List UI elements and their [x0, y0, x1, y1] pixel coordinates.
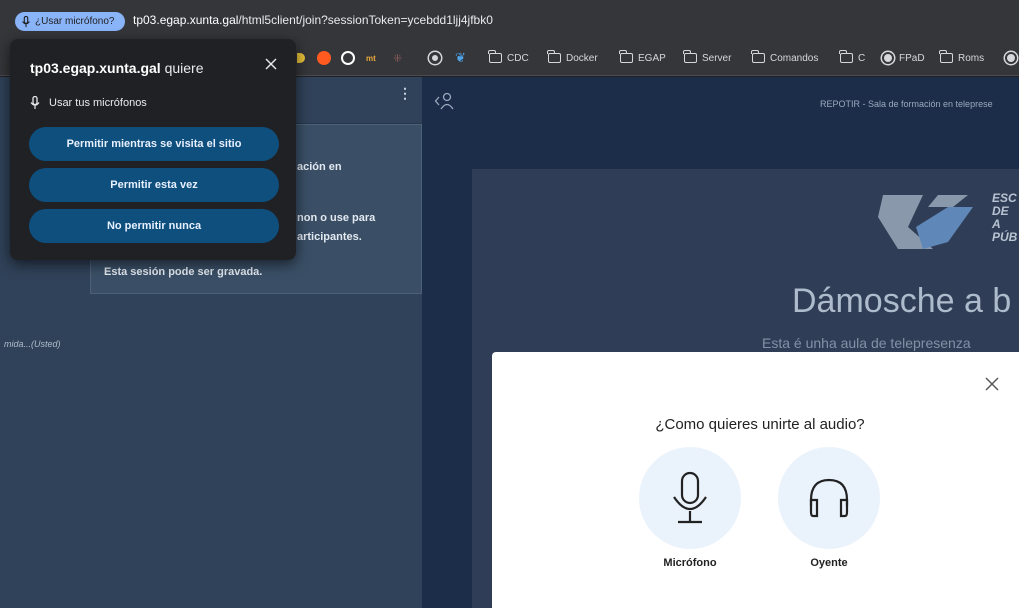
close-icon[interactable]	[985, 377, 999, 391]
microphone-icon	[22, 15, 30, 27]
bookmark-server[interactable]: Server	[683, 40, 732, 76]
bookmark-label: FPaD	[899, 52, 925, 64]
bookmark-grid[interactable]: ⁜	[393, 40, 402, 76]
listen-only-circle[interactable]	[778, 447, 880, 549]
never-allow-button[interactable]: No permitir nunca	[29, 209, 279, 243]
favicon-icon	[297, 53, 305, 63]
modal-title: ¿Como quieres unirte al audio?	[655, 416, 865, 433]
listen-only-label: Oyente	[810, 557, 848, 569]
bookmark-target[interactable]	[429, 40, 441, 76]
permission-request: Usar tus micrófonos	[30, 95, 147, 111]
folder-icon	[939, 50, 953, 63]
target-icon	[429, 52, 441, 64]
url-host: tp03.egap.xunta.gal	[133, 13, 239, 27]
allow-while-visiting-button[interactable]: Permitir mientras se visita el sitio	[29, 127, 279, 161]
egap-logo-icon	[878, 195, 973, 249]
more-options-icon[interactable]: ⋮	[398, 85, 412, 102]
logo-text-line: DE A	[992, 204, 1009, 231]
folder-icon	[488, 50, 502, 63]
microphone-icon	[30, 96, 40, 109]
permission-title: tp03.egap.xunta.gal quiere	[30, 60, 204, 76]
recording-notice: Esta sesión pode ser gravada.	[104, 266, 263, 278]
address-bar: ¿Usar micrófono? tp03.egap.xunta.gal/htm…	[0, 0, 1019, 40]
github-icon	[341, 51, 355, 65]
bookmark-docker[interactable]: Docker	[547, 40, 598, 76]
slide-title: Dámosche a b	[792, 282, 1012, 320]
grid-icon: ⁜	[393, 52, 403, 65]
folder-icon	[547, 50, 561, 63]
bookmark-comandos[interactable]: Comandos	[751, 40, 819, 76]
microphone-permission-popup: tp03.egap.xunta.gal quiere Usar tus micr…	[10, 39, 296, 260]
bookmark-label: EGAP	[638, 52, 666, 64]
permission-chip-label: ¿Usar micrófono?	[35, 16, 115, 27]
main-header: REPOTIR - Sala de formación en teleprese	[422, 77, 1019, 124]
globe-icon	[882, 52, 894, 64]
bookmark-more[interactable]	[1005, 40, 1017, 76]
bookmark-mt[interactable]: mt	[366, 40, 376, 76]
mt-icon: mt	[366, 53, 376, 63]
microphone-icon	[673, 471, 707, 524]
bookmark-c[interactable]: C	[839, 40, 866, 76]
welcome-text: ación en	[297, 161, 342, 173]
welcome-text: non o use para	[297, 212, 376, 224]
bookmark-egap[interactable]: EGAP	[619, 40, 666, 76]
reddit-icon	[317, 51, 331, 65]
url-path: /html5client/join?sessionToken=ycebdd1lj…	[238, 13, 493, 27]
bookmark-cdc[interactable]: CDC	[488, 40, 529, 76]
bookmark-label: Docker	[566, 52, 598, 64]
bookmark-reddit[interactable]	[317, 40, 331, 76]
bookmark-label: CDC	[507, 52, 529, 64]
welcome-text: articipantes.	[297, 231, 362, 243]
listen-only-button[interactable]: Oyente	[778, 447, 880, 577]
url-field[interactable]: tp03.egap.xunta.gal/html5client/join?ses…	[133, 13, 493, 27]
bookmark-favicon-yellow[interactable]	[297, 40, 305, 76]
current-user-label[interactable]: mida...(Usted)	[4, 339, 61, 349]
slide-subtitle: Esta é unha aula de telepresenza	[762, 335, 971, 351]
bookmark-roms[interactable]: Roms	[939, 40, 985, 76]
bookmark-label: Roms	[958, 52, 985, 64]
bird-icon: ❦	[455, 50, 466, 65]
join-audio-modal: ¿Como quieres unirte al audio? Micrófono…	[492, 352, 1019, 608]
logo-text-line: PÚB	[992, 230, 1018, 244]
permission-site: tp03.egap.xunta.gal	[30, 60, 161, 76]
logo-text: ESC DE A PÚB	[992, 192, 1019, 244]
microphone-circle[interactable]	[639, 447, 741, 549]
microphone-button[interactable]: Micrófono	[639, 447, 741, 577]
permission-request-label: Usar tus micrófonos	[49, 97, 147, 109]
microphone-permission-chip[interactable]: ¿Usar micrófono?	[15, 12, 125, 31]
toggle-userlist-icon[interactable]	[434, 91, 456, 111]
allow-once-button[interactable]: Permitir esta vez	[29, 168, 279, 202]
bookmark-fpad[interactable]: FPaD	[882, 40, 925, 76]
folder-icon	[751, 50, 765, 63]
headphones-icon	[809, 478, 849, 518]
bookmark-bird[interactable]: ❦	[455, 40, 466, 76]
folder-icon	[839, 50, 853, 63]
meeting-title: REPOTIR - Sala de formación en teleprese	[820, 99, 993, 109]
bookmark-label: Server	[702, 52, 732, 64]
permission-title-suffix: quiere	[160, 60, 204, 76]
folder-icon	[683, 50, 697, 63]
bookmark-label: Comandos	[770, 52, 819, 64]
bookmark-label: C	[858, 52, 866, 64]
folder-icon	[619, 50, 633, 63]
close-icon[interactable]	[265, 58, 277, 70]
bookmark-github[interactable]	[341, 40, 355, 76]
microphone-label: Micrófono	[663, 557, 717, 569]
globe-icon	[1005, 52, 1017, 64]
